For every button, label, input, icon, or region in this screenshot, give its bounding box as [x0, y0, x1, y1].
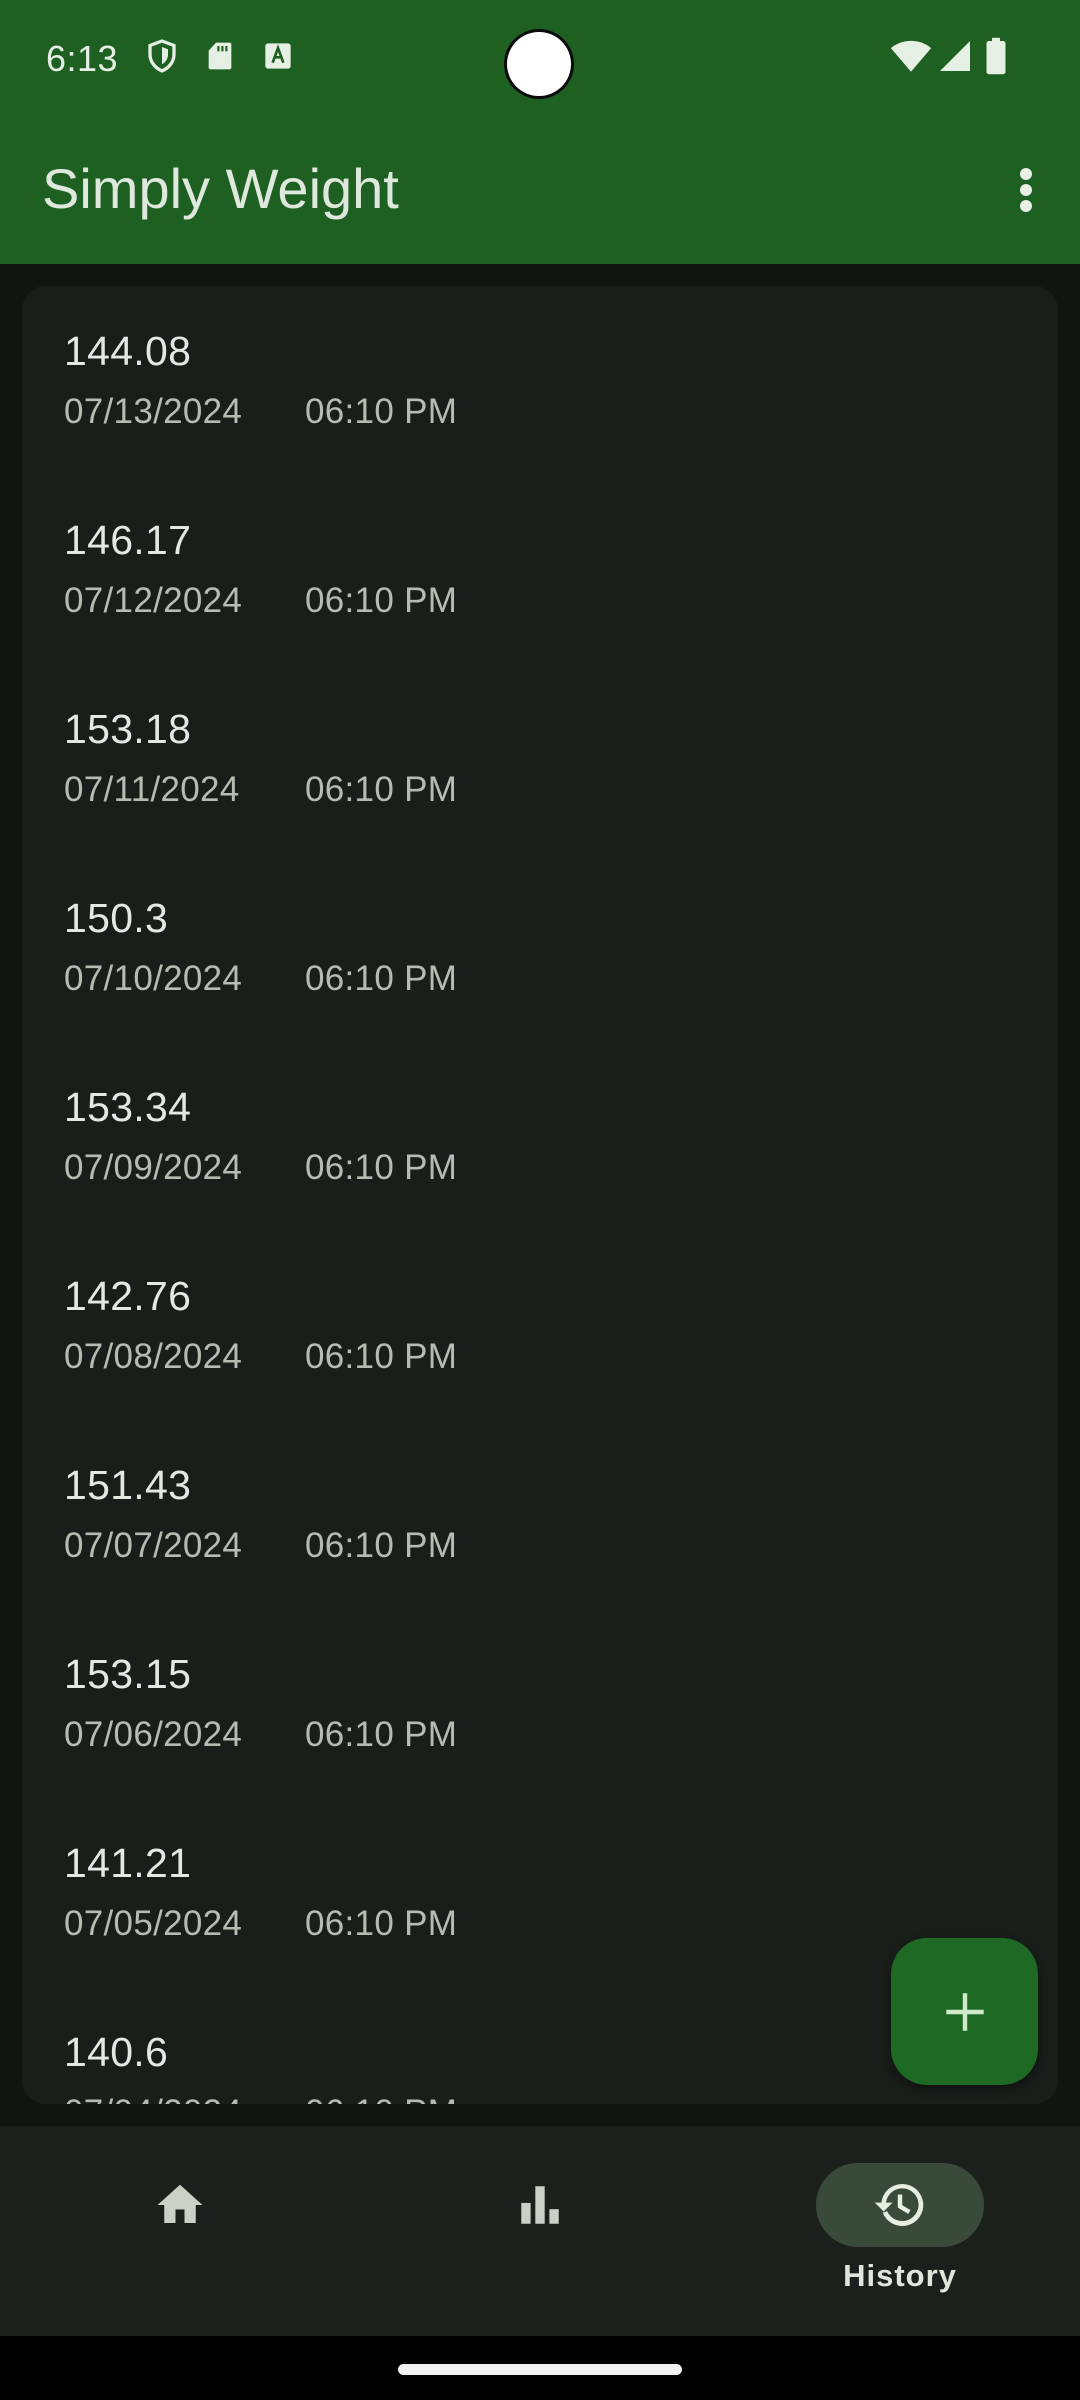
bottom-navigation: History	[0, 2126, 1080, 2336]
top-bar: 6:13 Simply Weight	[0, 0, 1080, 264]
entry-date: 07/04/2024	[64, 2093, 242, 2104]
entry-time: 06:10 PM	[305, 1715, 458, 1754]
home-gesture-handle[interactable]	[398, 2364, 682, 2375]
nav-item-chart[interactable]	[360, 2126, 720, 2336]
add-entry-button[interactable]	[891, 1938, 1038, 2085]
entry-date: 07/06/2024	[64, 1715, 243, 1754]
entry-date: 07/10/2024	[64, 959, 243, 998]
list-item[interactable]: 146.17 07/12/2024 06:10 PM	[22, 475, 1058, 664]
entry-date: 07/09/2024	[64, 1148, 243, 1187]
overflow-menu-button[interactable]	[990, 154, 1062, 226]
app-title: Simply Weight	[42, 157, 399, 220]
entry-weight: 150.3	[64, 895, 169, 941]
entry-time: 06:10 PM	[305, 2093, 457, 2104]
wifi-icon	[888, 36, 934, 76]
entry-date: 07/11/2024	[64, 770, 240, 809]
camera-cutout	[507, 32, 571, 96]
entry-date: 07/08/2024	[64, 1337, 243, 1376]
nav-item-history[interactable]: History	[720, 2126, 1080, 2336]
list-item[interactable]: 142.76 07/08/2024 06:10 PM	[22, 1231, 1058, 1420]
list-item[interactable]: 151.43 07/07/2024 06:10 PM	[22, 1420, 1058, 1609]
entry-time: 06:10 PM	[305, 581, 458, 620]
entry-time: 06:10 PM	[305, 1904, 458, 1943]
signal-icon	[932, 36, 978, 76]
more-vert-icon	[1020, 168, 1032, 212]
entry-date: 07/13/2024	[64, 392, 243, 431]
app-bar: Simply Weight	[0, 120, 1080, 264]
history-list[interactable]: 144.08 07/13/2024 06:10 PM 146.17 07/12/…	[22, 286, 1058, 2104]
list-item[interactable]: 150.3 07/10/2024 06:10 PM	[22, 853, 1058, 1042]
entry-weight: 146.17	[64, 517, 192, 563]
entry-weight: 153.18	[64, 706, 192, 752]
entry-weight: 140.6	[64, 2029, 169, 2075]
shield-icon	[142, 36, 182, 76]
nav-history-indicator	[816, 2163, 984, 2247]
entry-weight: 141.21	[64, 1840, 192, 1886]
battery-icon	[976, 36, 1016, 76]
bar-chart-icon	[521, 2186, 559, 2224]
sd-card-icon	[200, 36, 240, 76]
entry-date: 07/07/2024	[64, 1526, 243, 1565]
status-time: 6:13	[46, 38, 119, 79]
keyboard-a-icon	[258, 36, 298, 76]
entry-weight: 142.76	[64, 1273, 192, 1319]
entry-time: 06:10 PM	[305, 1148, 458, 1187]
nav-chart-indicator	[456, 2163, 624, 2247]
entry-date: 07/12/2024	[64, 581, 243, 620]
entry-weight: 151.43	[64, 1462, 192, 1508]
entry-weight: 144.08	[64, 328, 192, 374]
entry-date: 07/05/2024	[64, 1904, 243, 1943]
entry-time: 06:10 PM	[305, 1337, 458, 1376]
entry-time: 06:10 PM	[305, 392, 458, 431]
entry-weight: 153.34	[64, 1084, 192, 1130]
home-icon	[157, 2184, 203, 2223]
history-icon	[874, 2183, 924, 2226]
entry-time: 06:10 PM	[305, 1526, 458, 1565]
entry-time: 06:10 PM	[305, 770, 458, 809]
screen: 6:13 Simply Weight 144.08 07/13/2024 06:…	[0, 0, 1080, 2400]
plus-icon	[945, 1992, 984, 2031]
entry-weight: 153.15	[64, 1651, 192, 1697]
list-item[interactable]: 153.15 07/06/2024 06:10 PM	[22, 1609, 1058, 1798]
list-item[interactable]: 144.08 07/13/2024 06:10 PM	[22, 286, 1058, 475]
nav-item-home[interactable]	[0, 2126, 360, 2336]
list-item[interactable]: 153.18 07/11/2024 06:10 PM	[22, 664, 1058, 853]
status-bar: 6:13	[0, 0, 1080, 120]
list-item[interactable]: 153.34 07/09/2024 06:10 PM	[22, 1042, 1058, 1231]
entry-time: 06:10 PM	[305, 959, 458, 998]
nav-label-history: History	[843, 2258, 957, 2293]
nav-home-indicator	[96, 2163, 264, 2247]
